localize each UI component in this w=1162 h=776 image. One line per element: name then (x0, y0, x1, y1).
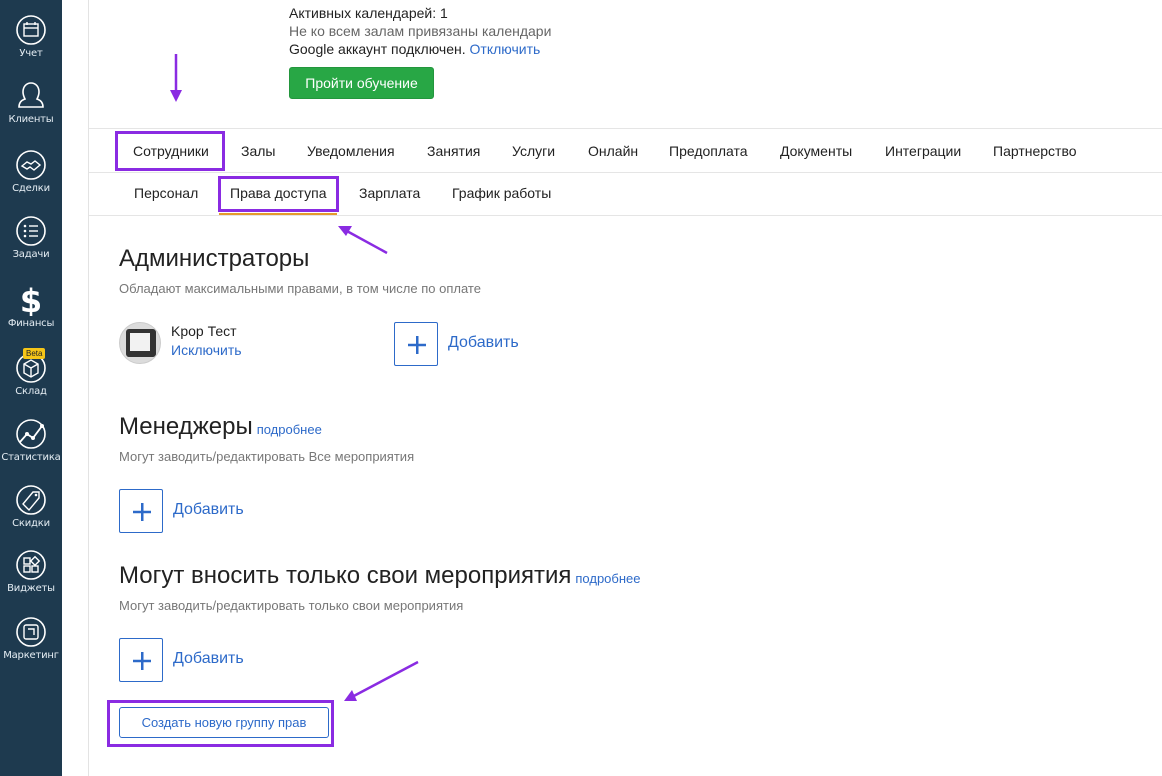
active-calendars-text: Активных календарей: 1 (289, 5, 448, 21)
main-tabs: Сотрудники Залы Уведомления Занятия Услу… (89, 128, 1162, 173)
sidebar-item-tasks[interactable]: Задачи (0, 215, 62, 260)
create-permission-group-button[interactable]: Создать новую группу прав (119, 707, 329, 738)
subtab-access-rights[interactable]: Права доступа (219, 173, 338, 215)
plus-icon (133, 503, 151, 521)
admins-desc: Обладают максимальными правами, в том чи… (119, 281, 481, 296)
tab-documents[interactable]: Документы (780, 129, 852, 173)
exclude-link[interactable]: Исключить (171, 342, 242, 358)
tab-online[interactable]: Онлайн (588, 129, 638, 173)
google-status: Google аккаунт подключен. Отключить (289, 41, 540, 57)
user-name: Kpop Тест (171, 323, 237, 339)
sidebar-item-clients[interactable]: Клиенты (0, 80, 62, 125)
tab-classes[interactable]: Занятия (427, 129, 480, 173)
tab-partnership[interactable]: Партнерство (993, 129, 1077, 173)
beta-badge: Beta (23, 348, 46, 359)
avatar (119, 322, 161, 364)
google-connected-text: Google аккаунт подключен. (289, 41, 466, 57)
sidebar-item-label: Учет (19, 48, 43, 59)
subtab-schedule[interactable]: График работы (452, 173, 551, 215)
checklist-icon (16, 216, 46, 246)
plus-icon (133, 652, 151, 670)
sidebar-item-statistics[interactable]: Статистика (0, 418, 62, 463)
dollar-icon: $ (20, 284, 42, 316)
tab-notifications[interactable]: Уведомления (307, 129, 395, 173)
sidebar-item-label: Задачи (12, 249, 50, 260)
admins-title: Администраторы (119, 245, 310, 272)
sidebar-item-marketing[interactable]: Маркетинг (0, 616, 62, 661)
managers-desc: Могут заводить/редактировать Все меропри… (119, 449, 415, 464)
sidebar-item-discounts[interactable]: Скидки (0, 484, 62, 529)
managers-title: Менеджеры подробнее (119, 413, 322, 441)
handshake-icon (16, 150, 46, 180)
sale-tag-icon (16, 485, 46, 515)
add-label[interactable]: Добавить (173, 501, 244, 519)
add-box[interactable] (119, 638, 163, 682)
sidebar-item-warehouse[interactable]: Beta Склад (0, 348, 62, 397)
sidebar-item-label: Виджеты (7, 583, 55, 594)
svg-text:$: $ (20, 284, 42, 316)
subtab-staff[interactable]: Персонал (134, 173, 198, 215)
disconnect-link[interactable]: Отключить (470, 41, 541, 57)
sidebar-item-label: Статистика (1, 452, 61, 463)
tab-employees[interactable]: Сотрудники (133, 129, 209, 173)
add-label[interactable]: Добавить (173, 650, 244, 668)
tab-prepayment[interactable]: Предоплата (669, 129, 748, 173)
sidebar-item-label: Склад (15, 386, 47, 397)
sidebar-item-label: Клиенты (8, 114, 54, 125)
calendar-warning-text: Не ко всем залам привязаны календари (289, 23, 552, 39)
add-label[interactable]: Добавить (448, 334, 519, 352)
sidebar-item-label: Маркетинг (3, 650, 59, 661)
add-admin-button[interactable]: Добавить (394, 322, 534, 366)
sidebar-item-accounting[interactable]: Учет (0, 14, 62, 59)
tab-integrations[interactable]: Интеграции (885, 129, 961, 173)
own-events-desc: Могут заводить/редактировать только свои… (119, 598, 464, 613)
add-own-events-button[interactable]: Добавить (119, 638, 259, 682)
add-box[interactable] (119, 489, 163, 533)
own-events-more-link[interactable]: подробнее (575, 571, 640, 586)
sidebar-item-label: Скидки (12, 518, 50, 529)
main-content: Активных календарей: 1 Не ко всем залам … (88, 0, 1162, 776)
training-button[interactable]: Пройти обучение (289, 67, 434, 99)
managers-title-text: Менеджеры (119, 413, 253, 440)
widgets-icon (16, 550, 46, 580)
add-manager-button[interactable]: Добавить (119, 489, 259, 533)
sidebar-item-widgets[interactable]: Виджеты (0, 549, 62, 594)
own-events-title-text: Могут вносить только свои мероприятия (119, 562, 572, 589)
admin-user: Kpop Тест Исключить (119, 322, 379, 364)
sidebar-item-deals[interactable]: Сделки (0, 149, 62, 194)
chart-icon (16, 419, 46, 449)
sidebar-item-label: Сделки (12, 183, 50, 194)
tab-halls[interactable]: Залы (241, 129, 275, 173)
plus-icon (408, 336, 426, 354)
calendar-icon (16, 15, 46, 45)
sidebar: Учет Клиенты Сделки Задачи $ Финансы Bet… (0, 0, 62, 776)
sub-tabs: Персонал Права доступа Зарплата График р… (89, 173, 1162, 216)
person-icon (18, 82, 44, 108)
own-events-title: Могут вносить только свои мероприятия под… (119, 562, 641, 590)
add-box[interactable] (394, 322, 438, 366)
subtab-salary[interactable]: Зарплата (359, 173, 420, 215)
sidebar-item-label: Финансы (7, 318, 55, 329)
tab-services[interactable]: Услуги (512, 129, 555, 173)
marketing-icon (16, 617, 46, 647)
managers-more-link[interactable]: подробнее (257, 422, 322, 437)
sidebar-item-finance[interactable]: $ Финансы (0, 284, 62, 329)
